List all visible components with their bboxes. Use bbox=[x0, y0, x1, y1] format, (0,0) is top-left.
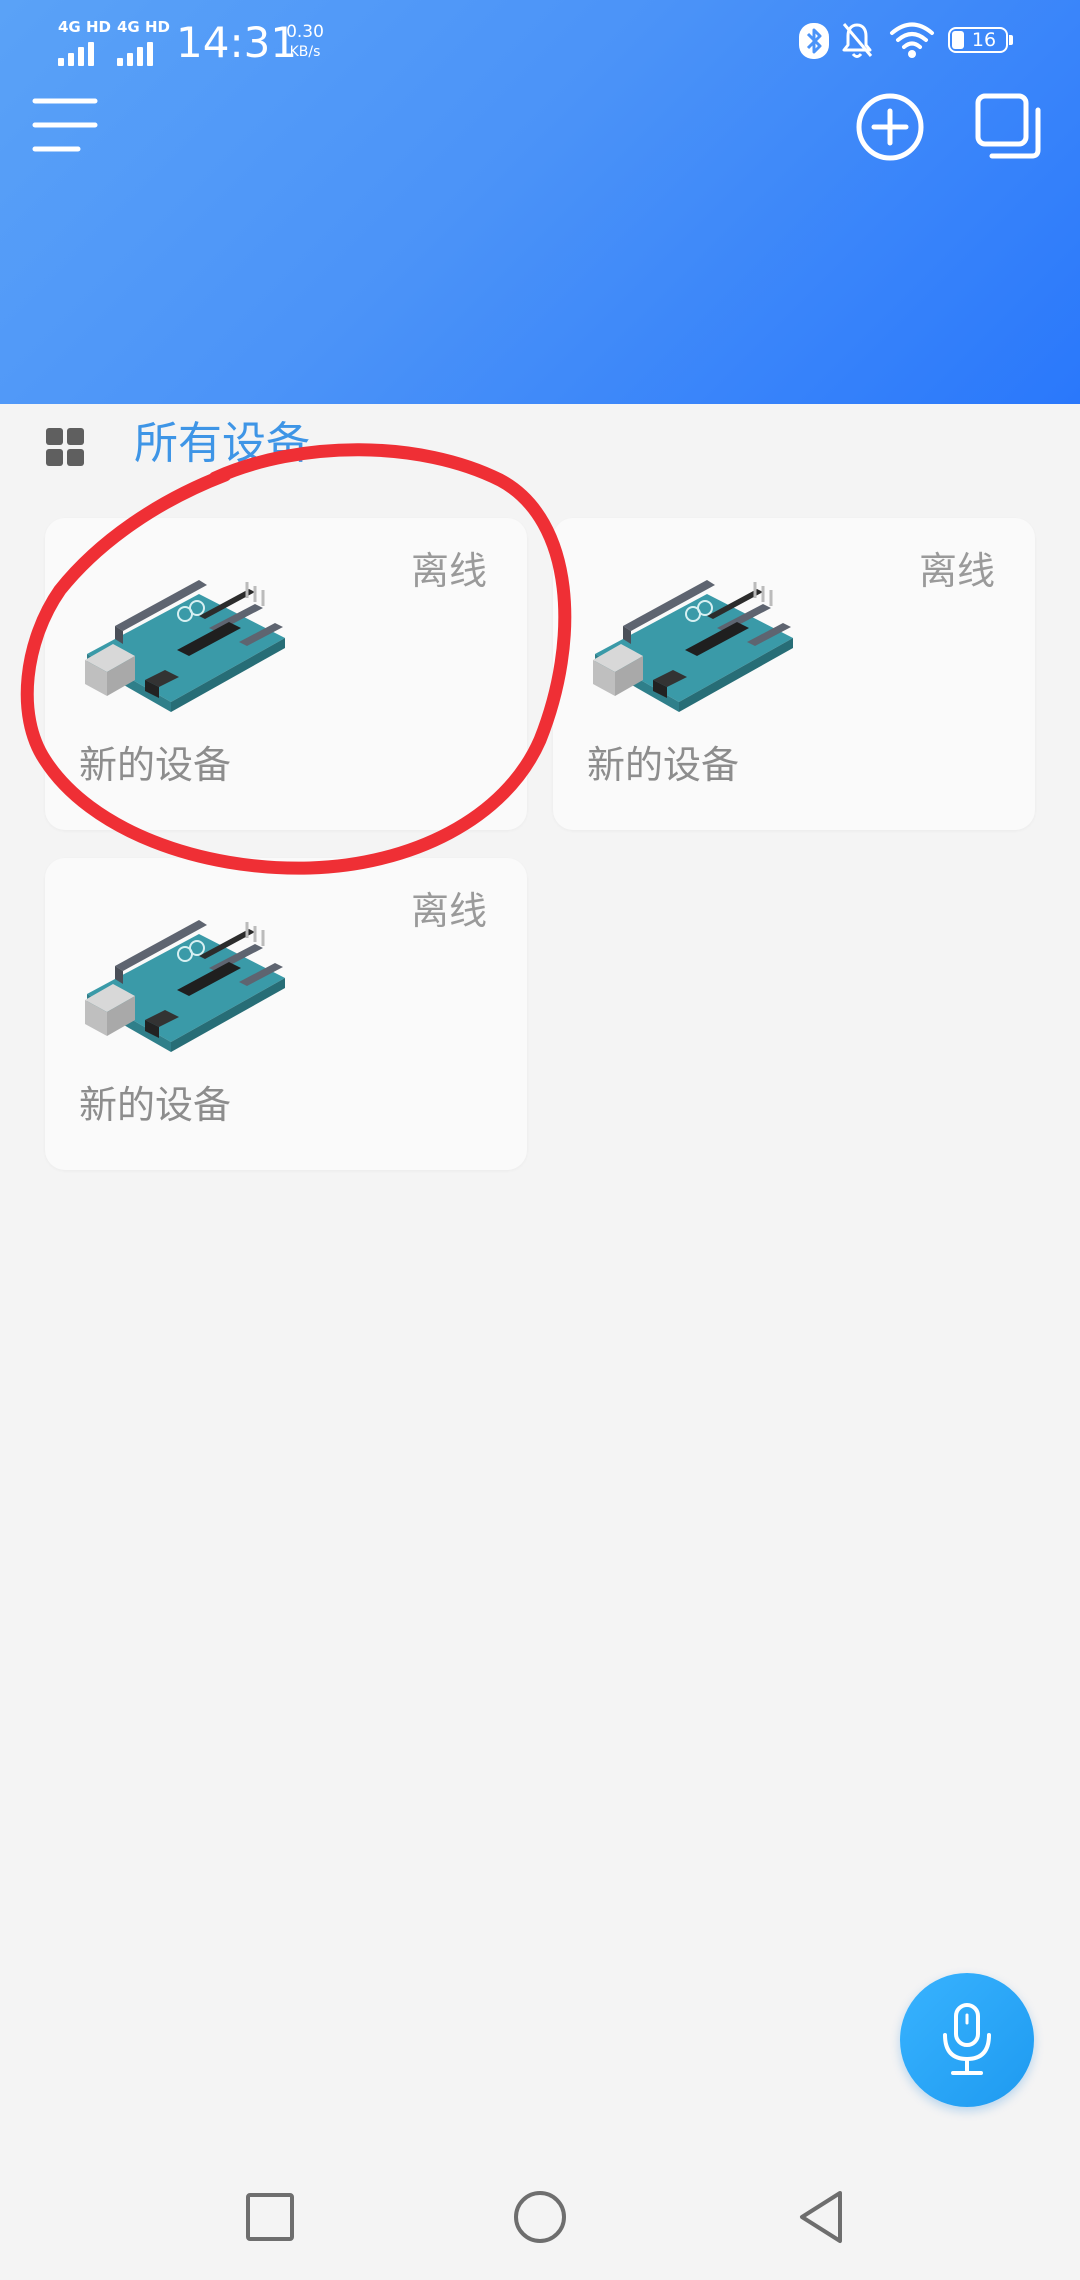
network-speed-value: 0.30 bbox=[286, 22, 324, 42]
add-circle-icon[interactable] bbox=[855, 92, 925, 162]
network-speed-unit: KB/s bbox=[289, 44, 321, 60]
sim2-network-label: 4G HD bbox=[117, 18, 170, 36]
status-bar: 4G HD 4G HD 14:31 0.30 KB/s 16 bbox=[0, 0, 1080, 86]
square-icon[interactable] bbox=[246, 2193, 294, 2241]
device-card[interactable]: 离线 新的设备 bbox=[45, 858, 527, 1170]
signal-bars-icon bbox=[58, 40, 104, 66]
circle-icon[interactable] bbox=[513, 2190, 567, 2244]
bluetooth-icon bbox=[799, 23, 829, 59]
bell-muted-icon bbox=[842, 23, 873, 58]
battery-level: 16 bbox=[971, 29, 997, 51]
arduino-board-image bbox=[593, 580, 793, 712]
app-header: 4G HD 4G HD 14:31 0.30 KB/s 16 bbox=[0, 0, 1080, 404]
device-status: 离线 bbox=[918, 549, 995, 593]
clock: 14:31 bbox=[176, 18, 298, 67]
system-navigation-bar bbox=[0, 2140, 1080, 2280]
wifi-icon bbox=[890, 22, 934, 58]
device-card[interactable]: 离线 新的设备 bbox=[553, 518, 1035, 830]
device-name: 新的设备 bbox=[587, 743, 740, 787]
device-card[interactable]: 离线 新的设备 bbox=[45, 518, 527, 830]
triangle-back-icon[interactable] bbox=[796, 2190, 846, 2244]
section-title: 所有设备 bbox=[134, 418, 310, 469]
arduino-board-image bbox=[85, 580, 285, 712]
device-name: 新的设备 bbox=[79, 1083, 232, 1127]
device-status: 离线 bbox=[410, 549, 487, 593]
grid-view-icon[interactable] bbox=[46, 428, 84, 466]
device-name: 新的设备 bbox=[79, 743, 232, 787]
battery-indicator: 16 bbox=[948, 27, 1014, 57]
device-status: 离线 bbox=[410, 889, 487, 933]
hamburger-menu-icon[interactable] bbox=[32, 96, 98, 156]
voice-input-button[interactable] bbox=[900, 1973, 1034, 2107]
microphone-icon bbox=[943, 2003, 991, 2075]
arduino-board-image bbox=[85, 920, 285, 1052]
network-speed: 0.30 KB/s bbox=[280, 22, 330, 62]
sim1-network-label: 4G HD bbox=[58, 18, 111, 36]
signal-bars-icon bbox=[117, 40, 163, 66]
stacked-windows-icon[interactable] bbox=[974, 92, 1044, 162]
